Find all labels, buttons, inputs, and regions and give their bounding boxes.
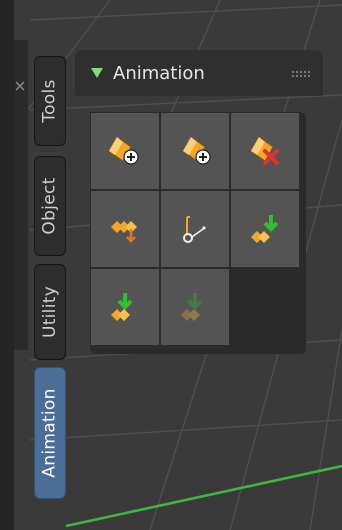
tool-grid (90, 112, 306, 354)
keyframe-insert-down-icon (251, 215, 279, 243)
panel-header[interactable]: Animation (75, 50, 323, 96)
insert-keyframe-button[interactable] (90, 112, 160, 190)
tab-label: Tools (40, 79, 61, 123)
tab-label: Object (40, 177, 61, 235)
bake-action-button[interactable] (160, 190, 230, 268)
drag-grip-icon[interactable] (291, 70, 311, 78)
close-icon[interactable] (14, 78, 28, 98)
tab-label: Utility (40, 285, 61, 339)
tab-object[interactable]: Object (34, 156, 66, 256)
delete-keyframe-icon (250, 136, 279, 165)
sidebar-tabs: Tools Object Utility Animation (28, 0, 72, 530)
tab-tools[interactable]: Tools (34, 56, 66, 146)
tab-label: Animation (40, 388, 60, 478)
expand-triangle-icon[interactable] (91, 68, 103, 78)
insert-keyframe-add-button[interactable] (160, 112, 230, 190)
keyframe-import-button[interactable] (90, 268, 160, 346)
panel-title: Animation (113, 62, 205, 84)
keyframe-import-icon (111, 293, 133, 321)
insert-keyframe-icon (108, 136, 139, 165)
keyframe-insert-down-button[interactable] (230, 190, 300, 268)
keyframes-timeline-icon (111, 221, 137, 243)
bake-action-icon (183, 216, 206, 243)
tab-animation[interactable]: Animation (34, 367, 66, 499)
keyframe-import-disabled-button (160, 268, 230, 346)
insert-keyframe-add-icon (182, 136, 211, 165)
left-border (0, 0, 14, 530)
keyframes-timeline-button[interactable] (90, 190, 160, 268)
keyframe-import-disabled-icon (181, 293, 203, 321)
delete-keyframe-button[interactable] (230, 112, 300, 190)
tab-utility[interactable]: Utility (34, 264, 66, 360)
collapsed-toolbar (14, 40, 28, 350)
